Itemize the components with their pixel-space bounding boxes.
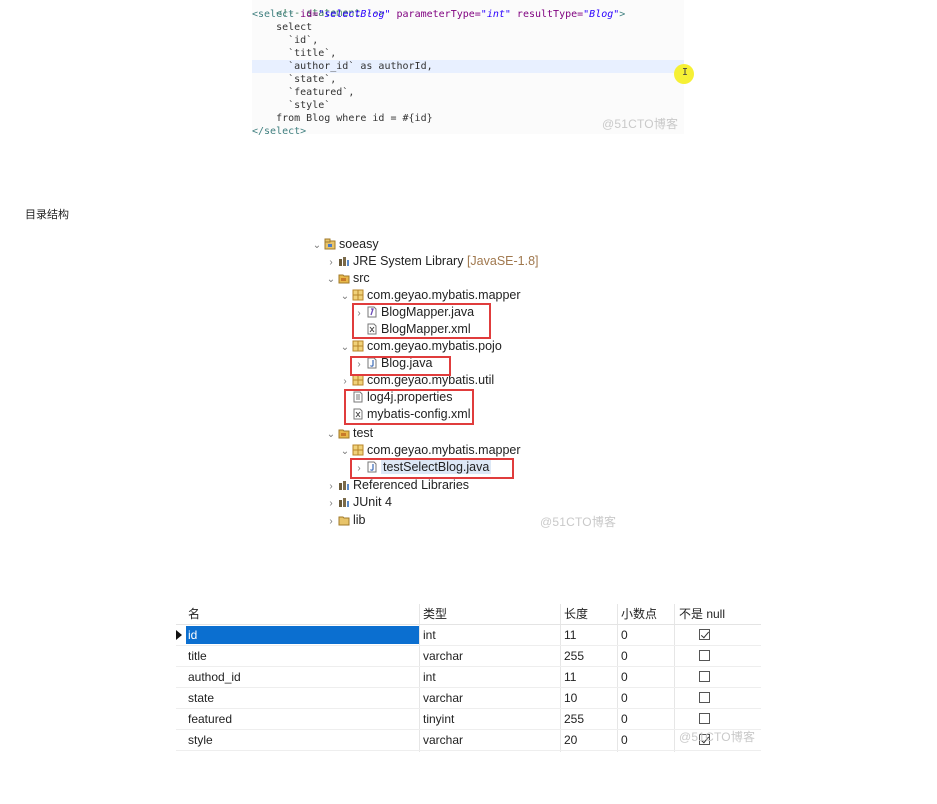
annotation-box-test-file [350,458,514,479]
field-decimals-cell[interactable]: 0 [621,688,628,708]
code-line: select [252,22,313,33]
annotation-box-mapper-files [352,303,491,339]
tree-item-package-pojo[interactable]: ⌄ com.geyao.mybatis.pojo [340,338,502,355]
tree-item-jre-system-library[interactable]: › JRE System Library [JavaSE-1.8] [326,253,538,271]
text-cursor-icon: I [682,67,689,78]
field-length-cell[interactable]: 255 [564,646,584,666]
tree-item-package-test-mapper[interactable]: ⌄ com.geyao.mybatis.mapper [340,442,521,459]
annotation-box-config-files [344,389,474,425]
chevron-down-icon[interactable]: ⌄ [326,271,336,288]
project-explorer-tree: ⌄ soeasy › JRE System Library [JavaSE-1.8]… [300,236,630,532]
table-row[interactable]: id int 11 0 [176,625,761,646]
tree-item-soeasy[interactable]: ⌄ soeasy [312,236,379,253]
tree-item-src[interactable]: ⌄ src [326,270,370,287]
section-heading: 目录结构 [25,208,69,221]
field-length-cell[interactable]: 11 [564,667,576,687]
table-header-row: 名 类型 长度 小数点 不是 null [176,604,761,625]
field-type-cell[interactable]: tinyint [423,709,454,729]
tree-item-lib[interactable]: › lib [326,512,365,530]
field-type-cell[interactable]: varchar [423,730,463,750]
field-type-cell[interactable]: varchar [423,688,463,708]
table-row[interactable]: authod_id int 11 0 [176,667,761,688]
field-length-cell[interactable]: 255 [564,709,584,729]
library-icon [339,481,349,490]
not-null-checkbox[interactable] [699,671,710,682]
current-row-indicator-icon [176,630,182,640]
tree-item-referenced-libraries[interactable]: › Referenced Libraries [326,477,469,494]
field-length-cell[interactable]: 11 [564,625,576,645]
column-header-length[interactable]: 长度 [564,604,588,624]
code-snippet: <!-- statement --> <select id="selectBlo… [252,0,694,137]
field-decimals-cell[interactable]: 0 [621,709,628,729]
code-line-highlighted: `author_id` as authorId, [252,60,684,73]
source-folder-icon [338,274,350,284]
column-header-type[interactable]: 类型 [423,604,447,624]
code-line: `title`, [252,48,337,59]
field-length-cell[interactable]: 20 [564,730,577,750]
watermark: @51CTO博客 [679,730,756,744]
code-line: `style` [252,100,331,111]
field-name-cell[interactable]: state [188,688,214,708]
column-header-not-null[interactable]: 不是 null [679,604,725,624]
project-icon [324,238,336,250]
table-row[interactable]: featured tinyint 255 0 [176,709,761,730]
field-decimals-cell[interactable]: 0 [621,730,628,750]
watermark: @51CTO博客 [602,117,679,131]
chevron-right-icon[interactable]: › [326,513,336,530]
field-type-cell[interactable]: varchar [423,646,463,666]
code-line: `featured`, [252,87,355,98]
library-icon [339,498,349,507]
package-icon [352,444,364,456]
not-null-checkbox[interactable] [699,629,710,640]
folder-icon [338,516,350,526]
field-type-cell[interactable]: int [423,667,436,687]
field-decimals-cell[interactable]: 0 [621,625,628,645]
tree-item-test[interactable]: ⌄ test [326,425,373,442]
chevron-down-icon[interactable]: ⌄ [340,443,350,460]
field-decimals-cell[interactable]: 0 [621,667,628,687]
chevron-right-icon[interactable]: › [326,254,336,271]
table-row[interactable]: style varchar 20 0 [176,730,761,751]
selected-cell-highlight [186,626,419,644]
library-icon [339,257,349,266]
chevron-right-icon[interactable]: › [340,373,350,390]
field-name-cell[interactable]: authod_id [188,667,241,687]
tree-item-junit4[interactable]: › JUnit 4 [326,494,392,511]
chevron-down-icon[interactable]: ⌄ [312,237,322,254]
chevron-down-icon[interactable]: ⌄ [340,339,350,356]
field-name-cell[interactable]: style [188,730,213,750]
package-icon [352,289,364,301]
annotation-box-blog-java [350,356,451,376]
field-name-cell[interactable]: id [188,625,197,645]
chevron-right-icon[interactable]: › [326,495,336,512]
field-name-cell[interactable]: featured [188,709,232,729]
chevron-down-icon[interactable]: ⌄ [340,288,350,305]
not-null-checkbox[interactable] [699,692,710,703]
not-null-checkbox[interactable] [699,713,710,724]
code-line: `state`, [252,74,337,85]
table-row[interactable]: state varchar 10 0 [176,688,761,709]
tree-item-package-mapper[interactable]: ⌄ com.geyao.mybatis.mapper [340,287,521,304]
chevron-right-icon[interactable]: › [326,478,336,495]
field-length-cell[interactable]: 10 [564,688,577,708]
chevron-down-icon[interactable]: ⌄ [326,426,336,443]
column-header-decimals[interactable]: 小数点 [621,604,657,624]
select-open-tag-line: <select id="selectBlog" parameterType="i… [252,9,626,20]
field-table: 名 类型 长度 小数点 不是 null id int 11 0 title va… [176,604,761,752]
table-row[interactable]: title varchar 255 0 [176,646,761,667]
watermark: @51CTO博客 [540,515,617,529]
package-icon [352,340,364,352]
column-header-name[interactable]: 名 [188,604,200,624]
source-folder-icon [338,429,350,439]
not-null-checkbox[interactable] [699,650,710,661]
field-name-cell[interactable]: title [188,646,207,666]
field-type-cell[interactable]: int [423,625,436,645]
code-comment-line: <!-- statement --> [276,8,385,19]
code-line: `id`, [252,35,319,46]
field-decimals-cell[interactable]: 0 [621,646,628,666]
